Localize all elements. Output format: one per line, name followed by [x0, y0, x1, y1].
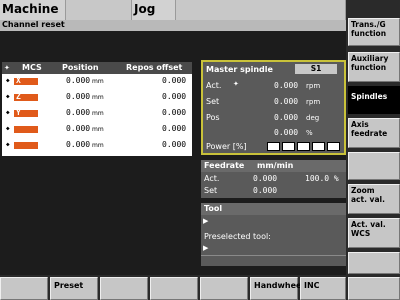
softkey-auxiliary-function[interactable]: Auxiliary function: [348, 52, 400, 82]
axis-position: 0.000: [66, 76, 91, 85]
tool-preselected-cursor-icon: ▶: [203, 244, 209, 252]
power-segment: [282, 142, 295, 151]
table-row: ◆ Y 0.000 mm 0.000: [2, 107, 192, 121]
softkey-zoom-act-val[interactable]: Zoom act. val.: [348, 184, 400, 214]
power-segment: [327, 142, 340, 151]
spindle-power-bar: [267, 142, 343, 152]
mcs-position-table: ✦ MCS Position Repos offset ◆ X 0.000 mm…: [2, 62, 192, 156]
axis-unit: mm: [92, 126, 104, 133]
axis-position: 0.000: [66, 124, 91, 133]
tool-preselected-label: Preselected tool:: [204, 232, 271, 241]
mcs-table-header: ✦ MCS Position Repos offset: [2, 62, 192, 74]
axis-marker-bar: [14, 126, 38, 133]
spindle-override-value: 0.000: [274, 128, 299, 137]
spindle-set-label: Set: [206, 97, 220, 106]
axis-name: Y: [16, 108, 21, 117]
mcs-header-position: Position: [62, 63, 99, 72]
row-marker-icon: ◆: [6, 109, 10, 116]
axis-unit: mm: [92, 94, 104, 101]
tool-divider: [201, 255, 346, 256]
row-marker-icon: ◆: [6, 93, 10, 100]
tab-empty-1[interactable]: [66, 0, 132, 20]
power-segment: [297, 142, 310, 151]
axis-repos: 0.000: [162, 76, 187, 85]
spindle-power-label: Power [%]: [206, 142, 247, 151]
softkey-inc[interactable]: INC: [300, 277, 346, 300]
axis-name: X: [16, 76, 21, 85]
axis-repos: 0.000: [162, 140, 187, 149]
softkey-empty-5[interactable]: [348, 152, 400, 180]
feedrate-act-value: 0.000: [253, 174, 278, 183]
power-segment: [312, 142, 325, 151]
row-marker-icon: ◆: [6, 77, 10, 84]
softkey-bottom-4[interactable]: [150, 277, 198, 300]
axis-name: Z: [16, 92, 21, 101]
feedrate-body: Act. 0.000 100.0 % Set 0.000: [201, 172, 346, 198]
spindle-pos-value: 0.000: [274, 113, 299, 122]
axis-position: 0.000: [66, 108, 91, 117]
softkey-bottom-3[interactable]: [100, 277, 148, 300]
softkey-axis-feedrate[interactable]: Axis feedrate: [348, 118, 400, 148]
softkey-trans-g-function[interactable]: Trans./G function: [348, 18, 400, 46]
tool-body: ▶ Preselected tool: ▶: [201, 215, 346, 266]
softkey-bottom-5[interactable]: [200, 277, 248, 300]
feedrate-act-percent: 100.0 %: [305, 174, 339, 183]
spindle-act-unit: rpm: [306, 82, 321, 90]
softkey-preset[interactable]: Preset: [50, 277, 98, 300]
mcs-header-mcs: MCS: [22, 63, 42, 72]
axis-unit: mm: [92, 110, 104, 117]
spindle-override-unit: %: [306, 129, 313, 137]
mcs-header-icon: ✦: [4, 64, 10, 72]
feedrate-title: Feedrate: [204, 161, 245, 170]
feedrate-panel: Feedrate mm/min Act. 0.000 100.0 % Set 0…: [201, 160, 346, 198]
tab-jog[interactable]: Jog: [132, 0, 176, 20]
table-row: ◆ Z 0.000 mm 0.000: [2, 91, 192, 105]
tab-machine[interactable]: Machine: [0, 0, 66, 20]
spindle-act-value: 0.000: [274, 81, 299, 90]
spindle-set-unit: rpm: [306, 98, 321, 106]
softkey-spindles[interactable]: Spindles: [348, 86, 400, 114]
spindle-act-label: Act.: [206, 81, 222, 90]
axis-unit: mm: [92, 78, 104, 85]
axis-marker-bar: [14, 142, 38, 149]
spindle-title: Master spindle: [206, 65, 273, 74]
feedrate-unit: mm/min: [257, 161, 294, 170]
bottom-softkey-bar: Preset Handwheel INC: [0, 275, 400, 300]
feedrate-set-label: Set: [204, 186, 218, 195]
softkey-handwheel[interactable]: Handwheel: [250, 277, 304, 300]
tool-header: Tool: [201, 203, 346, 215]
spindle-pos-label: Pos: [206, 113, 220, 122]
power-segment: [267, 142, 280, 151]
table-row: ◆ X 0.000 mm 0.000: [2, 75, 192, 89]
axis-repos: 0.000: [162, 124, 187, 133]
spindle-pos-unit: deg: [306, 114, 320, 122]
tool-cursor-icon: ▶: [203, 217, 209, 225]
feedrate-set-value: 0.000: [253, 186, 278, 195]
tool-panel: Tool ▶ Preselected tool: ▶: [201, 203, 346, 266]
axis-unit: mm: [92, 142, 104, 149]
spindle-set-value: 0.000: [274, 97, 299, 106]
axis-position: 0.000: [66, 92, 91, 101]
row-marker-icon: ◆: [6, 141, 10, 148]
softkey-bottom-8[interactable]: [348, 277, 400, 300]
softkey-empty-8[interactable]: [348, 252, 400, 274]
tab-empty-2[interactable]: [176, 0, 346, 20]
softkey-bottom-1[interactable]: [0, 277, 48, 300]
axis-position: 0.000: [66, 140, 91, 149]
master-spindle-panel: Master spindle S1 Act. ✦ 0.000 rpm Set 0…: [201, 60, 346, 155]
softkey-act-val-wcs[interactable]: Act. val. WCS: [348, 218, 400, 248]
row-marker-icon: ◆: [6, 125, 10, 132]
mcs-header-repos: Repos offset: [126, 63, 183, 72]
right-softkey-bar: Trans./G function Auxiliary function Spi…: [346, 0, 400, 300]
channel-status-line: Channel reset: [0, 20, 346, 31]
table-row: ◆ 0.000 mm 0.000: [2, 139, 192, 153]
axis-repos: 0.000: [162, 108, 187, 117]
spindle-badge: S1: [295, 64, 337, 74]
feedrate-act-label: Act.: [204, 174, 220, 183]
axis-repos: 0.000: [162, 92, 187, 101]
feedrate-header: Feedrate mm/min: [201, 160, 346, 172]
table-row: ◆ 0.000 mm 0.000: [2, 123, 192, 137]
spindle-direction-icon: ✦: [233, 80, 239, 88]
